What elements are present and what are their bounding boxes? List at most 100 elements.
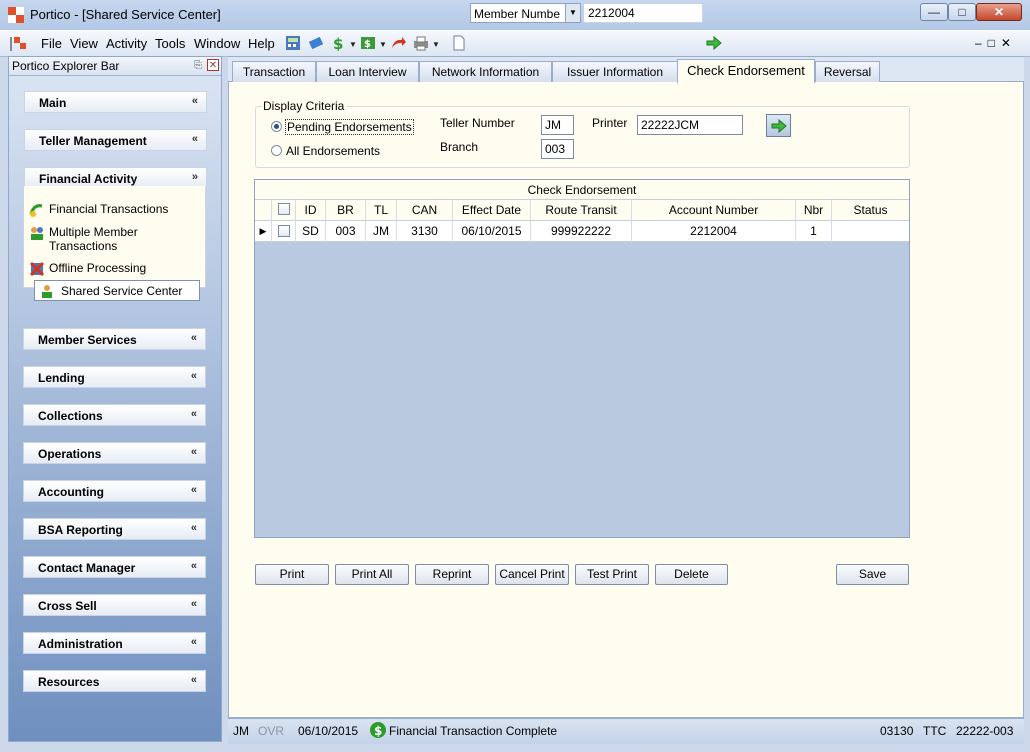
redo-arrow-icon[interactable] (390, 35, 406, 51)
column-header-tl[interactable]: TL (366, 200, 397, 221)
print-button[interactable]: Print (255, 564, 329, 585)
double-chevron-down-icon: « (190, 484, 197, 496)
cell-can[interactable]: 3130 (397, 221, 453, 242)
double-chevron-down-icon: « (190, 522, 197, 534)
document-icon[interactable] (451, 35, 467, 51)
close-icon[interactable]: ✕ (207, 59, 219, 71)
calculator-icon[interactable] (285, 35, 301, 51)
all-endorsements-radio[interactable] (271, 145, 282, 156)
pending-endorsements-radio[interactable] (271, 121, 282, 132)
column-header-status[interactable]: Status (832, 200, 909, 221)
double-chevron-down-icon: « (190, 560, 197, 572)
menu-tools[interactable]: Tools (155, 36, 185, 51)
cash-drawer-icon[interactable]: $ (360, 35, 376, 51)
cell-status[interactable] (832, 221, 909, 242)
minimize-button[interactable]: — (920, 3, 948, 21)
item-label: Shared Service Center (61, 284, 183, 298)
grid-caption: Check Endorsement (255, 180, 909, 200)
double-chevron-down-icon: « (190, 598, 197, 610)
display-criteria-group (255, 106, 910, 168)
svg-text:$: $ (364, 39, 371, 50)
select-all-checkbox[interactable] (278, 203, 290, 215)
pin-icon[interactable]: ⎘ (191, 59, 205, 72)
group-cross-sell[interactable]: Cross Sell « (23, 594, 206, 616)
pending-endorsements-label[interactable]: Pending Endorsements (285, 119, 414, 135)
maximize-button[interactable]: □ (948, 3, 976, 21)
reprint-button[interactable]: Reprint (415, 564, 489, 585)
group-member-services[interactable]: Member Services « (23, 328, 206, 350)
column-header-nbr[interactable]: Nbr (796, 200, 832, 221)
group-collections[interactable]: Collections « (23, 404, 206, 426)
cell-br[interactable]: 003 (326, 221, 366, 242)
cash-drawer-dropdown-icon[interactable]: ▼ (379, 40, 387, 49)
go-arrow-icon[interactable] (706, 35, 722, 51)
row-checkbox[interactable] (278, 225, 290, 237)
close-button[interactable]: ✕ (976, 3, 1022, 21)
print-all-button[interactable]: Print All (335, 564, 409, 585)
group-bsa-reporting[interactable]: BSA Reporting « (23, 518, 206, 540)
branch-input[interactable]: 003 (541, 139, 574, 159)
item-label: Financial Transactions (49, 202, 169, 216)
tab-reversal[interactable]: Reversal (815, 61, 880, 82)
cell-tl[interactable]: JM (366, 221, 397, 242)
tab-transaction[interactable]: Transaction (232, 61, 316, 82)
financial-transactions-icon (29, 204, 43, 217)
apply-criteria-button[interactable] (766, 114, 791, 137)
member-number-input[interactable]: 2212004 (583, 3, 703, 23)
teller-number-input[interactable]: JM (541, 115, 574, 135)
menu-file[interactable]: File (41, 36, 62, 51)
test-print-button[interactable]: Test Print (575, 564, 649, 585)
cell-effect-date[interactable]: 06/10/2015 (453, 221, 531, 242)
member-type-select[interactable]: Member Numbe ▼ (470, 3, 581, 23)
group-label: Contact Manager (38, 561, 136, 575)
item-shared-service-center[interactable]: Shared Service Center (34, 280, 200, 301)
tab-issuer-information[interactable]: Issuer Information (552, 61, 678, 82)
group-operations[interactable]: Operations « (23, 442, 206, 464)
tab-network-information[interactable]: Network Information (419, 61, 552, 82)
group-resources[interactable]: Resources « (23, 670, 206, 692)
column-header-br[interactable]: BR (326, 200, 366, 221)
item-label: Multiple Member (49, 225, 138, 239)
cards-icon[interactable] (308, 35, 324, 51)
column-header-id[interactable]: ID (296, 200, 326, 221)
menu-help[interactable]: Help (248, 36, 275, 51)
group-accounting[interactable]: Accounting « (23, 480, 206, 502)
menu-activity[interactable]: Activity (106, 36, 147, 51)
double-chevron-down-icon: « (190, 332, 197, 344)
printer-dropdown-icon[interactable]: ▼ (432, 40, 440, 49)
cell-nbr[interactable]: 1 (796, 221, 832, 242)
cell-route-transit[interactable]: 999922222 (531, 221, 632, 242)
chevron-down-icon[interactable]: ▼ (565, 4, 580, 22)
column-header-can[interactable]: CAN (397, 200, 453, 221)
group-label: Administration (38, 637, 123, 651)
dollar-icon[interactable]: $ (330, 35, 346, 51)
group-administration[interactable]: Administration « (23, 632, 206, 654)
double-chevron-down-icon: « (190, 370, 197, 382)
branch-label: Branch (440, 140, 479, 154)
cell-account-number[interactable]: 2212004 (632, 221, 796, 242)
group-lending[interactable]: Lending « (23, 366, 206, 388)
column-header-account-number[interactable]: Account Number (632, 200, 796, 221)
dollar-dropdown-icon[interactable]: ▼ (349, 40, 357, 49)
save-button[interactable]: Save (836, 564, 909, 585)
cell-id[interactable]: SD (296, 221, 326, 242)
all-endorsements-label[interactable]: All Endorsements (286, 144, 380, 158)
group-main[interactable]: Main « (24, 91, 207, 113)
menu-view[interactable]: View (70, 36, 98, 51)
printer-input[interactable]: 22222JCM (637, 115, 743, 135)
printer-icon[interactable] (413, 35, 429, 51)
row-selector-header (255, 200, 272, 221)
group-teller-management[interactable]: Teller Management « (24, 129, 207, 151)
column-header-effect-date[interactable]: Effect Date (453, 200, 531, 221)
tab-loan-interview[interactable]: Loan Interview (316, 61, 419, 82)
tab-check-endorsement[interactable]: Check Endorsement (677, 59, 815, 83)
multiple-member-icon (31, 227, 43, 240)
group-contact-manager[interactable]: Contact Manager « (23, 556, 206, 578)
mdi-window-controls[interactable]: –□✕ (975, 36, 1017, 50)
group-label: Resources (38, 675, 100, 689)
menu-window[interactable]: Window (194, 36, 240, 51)
column-header-route-transit[interactable]: Route Transit (531, 200, 632, 221)
cancel-print-button[interactable]: Cancel Print (495, 564, 569, 585)
group-label: Accounting (38, 485, 104, 499)
delete-button[interactable]: Delete (655, 564, 728, 585)
